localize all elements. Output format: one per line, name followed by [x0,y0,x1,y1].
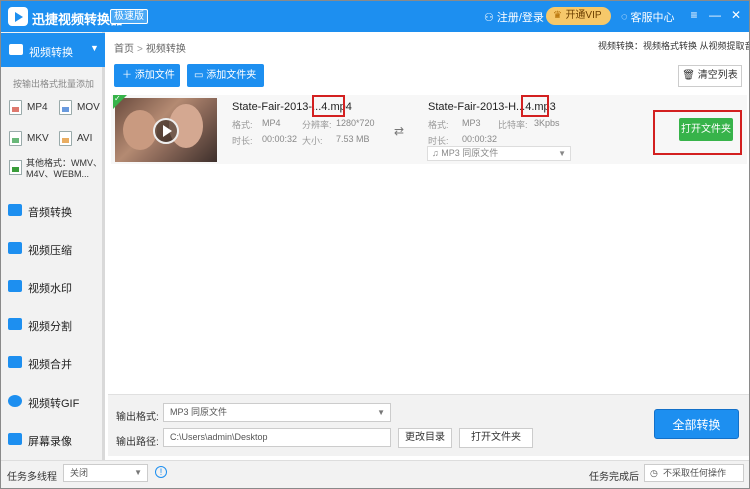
mov-file-icon [59,100,72,115]
menu-icon[interactable]: ≡ [687,8,701,22]
compress-icon [8,242,22,254]
gif-icon [8,395,22,407]
chevron-down-icon: ▼ [558,149,566,158]
output-format-label: 输出格式: [116,412,159,423]
output-meta: 格式: MP3 比特率: 3Kpbs 时长: 00:00:32 [428,118,560,146]
format-hint: 按输出格式批量添加 [13,79,95,89]
user-icon: ⚇ [484,11,494,24]
chevron-down-icon: ▼ [377,408,385,417]
open-folder-button[interactable]: 打开文件夹 [679,118,733,141]
folder-icon: ▭ [194,70,204,81]
mkv-file-icon [9,131,22,146]
breadcrumb: 首页 > 视频转换 [114,44,186,55]
clock-icon: ◷ [650,468,658,478]
breadcrumb-home[interactable]: 首页 [114,44,134,55]
sidebar-item-split[interactable]: 视频分割 [1,309,102,339]
music-note-icon: ♫ [432,148,439,158]
app-logo-icon [8,7,28,26]
close-icon[interactable]: ✕ [729,8,743,22]
audio-convert-icon [8,204,22,216]
trash-icon: 🗑 [682,70,695,81]
highlight-box-output-ext [521,95,549,117]
info-icon[interactable]: ! [155,466,167,478]
output-path-input[interactable]: C:\Users\admin\Desktop [163,428,391,447]
mp4-file-icon [9,100,22,115]
multithread-dropdown[interactable]: 关闭 ▼ [63,464,148,482]
video-convert-icon [9,44,23,55]
after-task-dropdown[interactable]: ◷ 不采取任何操作 [644,464,744,482]
convert-arrow-icon: ⇄ [394,124,405,138]
clear-list-button[interactable]: 🗑 清空列表 [678,65,742,87]
output-format-select[interactable]: ♫ MP3 同原文件 ▼ [427,146,571,161]
app-window: 迅捷视频转换器 极速版 ⚇ 注册/登录 开通VIP ◌ 客服中心 ≡ — ✕ 视… [0,0,750,489]
split-icon [8,318,22,330]
avi-file-icon [59,131,72,146]
sidebar: 视频转换 ▼ 按输出格式批量添加 MP4 MOV MKV AVI 其他格式：WM… [1,32,105,460]
login-label: 注册/登录 [496,12,544,24]
sidebar-item-screen-record[interactable]: 屏幕录像 [1,424,102,454]
other-file-icon [9,160,22,175]
vip-button[interactable]: 开通VIP [546,7,611,25]
format-mov[interactable]: MOV [59,100,100,115]
sidebar-item-watermark[interactable]: 视频水印 [1,271,102,301]
add-folder-button[interactable]: ▭ 添加文件夹 [187,64,264,87]
sidebar-item-label: 视频转换 [29,47,73,59]
chevron-down-icon: ▼ [90,43,99,53]
format-mp4[interactable]: MP4 [9,100,48,115]
plus-icon: ＋ [122,70,132,81]
watermark-icon [8,280,22,292]
video-thumbnail[interactable] [115,98,217,162]
chat-icon: ◌ [621,11,628,23]
output-format-dropdown[interactable]: MP3 同原文件 ▼ [163,403,391,422]
multithread-label: 任务多线程 [7,472,57,483]
title-bar: 迅捷视频转换器 极速版 ⚇ 注册/登录 开通VIP ◌ 客服中心 ≡ — ✕ [1,1,749,32]
sidebar-item-compress[interactable]: 视频压缩 [1,233,102,263]
minimize-icon[interactable]: — [708,8,722,22]
header-hint: 视频转换：视频格式转换 从视频提取音频 [598,41,750,51]
highlight-box-source-ext [312,95,345,117]
output-path-label: 输出路径: [116,437,159,448]
add-file-button[interactable]: ＋ 添加文件 [114,64,180,87]
format-avi[interactable]: AVI [59,131,92,146]
sidebar-item-video-convert[interactable]: 视频转换 ▼ [1,33,105,67]
sidebar-item-audio-convert[interactable]: 音频转换 [1,195,102,225]
format-mkv[interactable]: MKV [9,131,49,146]
edition-badge: 极速版 [110,9,148,24]
login-button[interactable]: ⚇ 注册/登录 [484,9,544,25]
check-icon: ✓ [114,94,121,103]
sidebar-item-merge[interactable]: 视频合并 [1,347,102,377]
play-icon[interactable] [153,118,179,144]
format-other[interactable]: 其他格式：WMV、M4V、WEBM... [9,158,106,180]
breadcrumb-current: 视频转换 [145,44,186,55]
source-meta: 格式: MP4 分辨率: 1280*720 时长: 00:00:32 大小: 7… [232,118,375,146]
convert-all-button[interactable]: 全部转换 [654,409,739,439]
service-label: 客服中心 [630,12,675,24]
service-center-button[interactable]: ◌ 客服中心 [621,9,675,25]
screen-record-icon [8,433,22,445]
bottom-open-folder-button[interactable]: 打开文件夹 [459,428,533,448]
sidebar-item-gif[interactable]: 视频转GIF [1,386,102,416]
merge-icon [8,356,22,368]
after-task-label: 任务完成后 [589,472,639,483]
change-directory-button[interactable]: 更改目录 [398,428,452,448]
chevron-down-icon: ▼ [134,468,142,477]
